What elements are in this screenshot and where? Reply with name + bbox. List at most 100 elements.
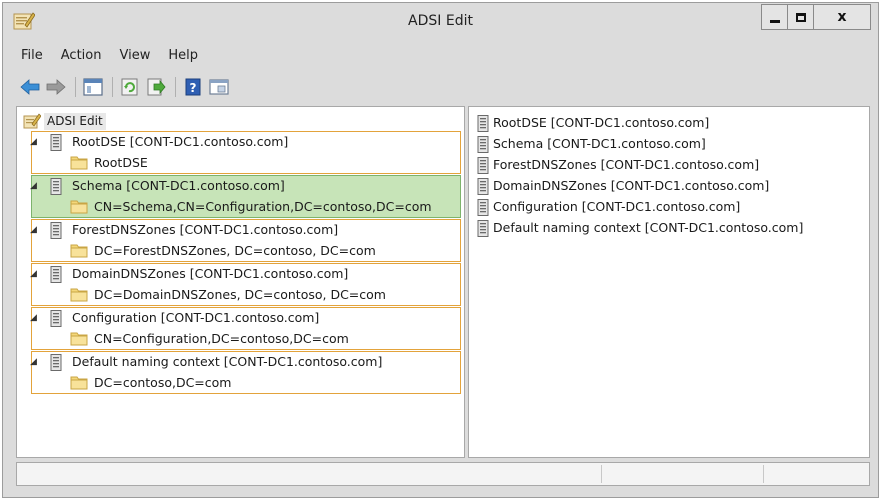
show-hide-tree-button[interactable] — [82, 76, 104, 98]
properties-button[interactable] — [208, 76, 230, 98]
adsi-edit-root-icon — [23, 113, 41, 129]
menu-view[interactable]: View — [119, 45, 150, 67]
list-item-label: ForestDNSZones [CONT-DC1.contoso.com] — [493, 157, 760, 172]
tree-node-configuration[interactable]: ◢ Configuration [CONT-DC1.contoso.com] C… — [30, 307, 461, 350]
forward-arrow-icon — [46, 79, 66, 95]
server-icon — [477, 157, 489, 174]
maximize-button[interactable] — [787, 4, 814, 30]
tree-node-forestdnszones[interactable]: ◢ ForestDNSZones [CONT-DC1.contoso.com] … — [30, 219, 461, 262]
refresh-button[interactable] — [119, 76, 141, 98]
minimize-icon — [769, 19, 780, 23]
maximize-icon — [795, 12, 806, 22]
tree-node-schema[interactable]: ◢ Schema [CONT-DC1.contoso.com] CN=Schem… — [30, 175, 461, 218]
list-item[interactable]: ForestDNSZones [CONT-DC1.contoso.com] — [477, 155, 857, 176]
window-title: ADSI Edit — [408, 13, 473, 29]
tree-child-label: DC=DomainDNSZones, DC=contoso, DC=com — [94, 287, 386, 302]
menu-file[interactable]: File — [21, 45, 43, 67]
server-icon — [477, 136, 489, 153]
toolbar: ? — [3, 73, 878, 101]
adsi-edit-window: ADSI Edit x File Action View Help ? ADSI… — [2, 2, 879, 498]
tree-child-label: CN=Configuration,DC=contoso,DC=com — [94, 331, 349, 346]
refresh-icon — [121, 78, 138, 96]
list-item[interactable]: DomainDNSZones [CONT-DC1.contoso.com] — [477, 176, 857, 197]
menu-bar: File Action View Help — [3, 45, 878, 67]
expand-triangle-icon[interactable]: ◢ — [30, 137, 37, 147]
tree-child-item[interactable]: DC=contoso,DC=com — [32, 372, 460, 393]
toolbar-separator — [175, 77, 176, 97]
tree-child-item[interactable]: CN=Schema,CN=Configuration,DC=contoso,DC… — [32, 196, 460, 217]
back-arrow-icon — [20, 79, 40, 95]
tree-node-label: Schema [CONT-DC1.contoso.com] — [72, 178, 285, 193]
tree-child-label: DC=ForestDNSZones, DC=contoso, DC=com — [94, 243, 376, 258]
tree-node-rootdse[interactable]: ◢ RootDSE [CONT-DC1.contoso.com] RootDSE — [30, 131, 461, 174]
folder-icon — [70, 200, 88, 214]
export-list-icon — [147, 78, 166, 96]
list-item-label: RootDSE [CONT-DC1.contoso.com] — [493, 115, 710, 130]
folder-icon — [70, 244, 88, 258]
folder-icon — [70, 332, 88, 346]
server-icon — [477, 178, 489, 195]
list-item[interactable]: Configuration [CONT-DC1.contoso.com] — [477, 197, 857, 218]
back-button[interactable] — [19, 76, 41, 98]
menu-help[interactable]: Help — [168, 45, 198, 67]
tree-child-label: RootDSE — [94, 155, 148, 170]
list-item-label: DomainDNSZones [CONT-DC1.contoso.com] — [493, 178, 770, 193]
list-item[interactable]: RootDSE [CONT-DC1.contoso.com] — [477, 113, 857, 134]
server-icon — [50, 266, 62, 283]
minimize-button[interactable] — [761, 4, 788, 30]
close-icon: x — [837, 9, 847, 25]
status-divider — [601, 465, 602, 483]
tree-child-item[interactable]: DC=DomainDNSZones, DC=contoso, DC=com — [32, 284, 460, 305]
tree-root-adsi-edit[interactable]: ADSI Edit — [23, 112, 106, 130]
tree-child-item[interactable]: CN=Configuration,DC=contoso,DC=com — [32, 328, 460, 349]
tree-node-label: Default naming context [CONT-DC1.contoso… — [72, 354, 383, 369]
server-icon — [477, 199, 489, 216]
status-bar — [16, 462, 870, 486]
svg-text:?: ? — [190, 81, 197, 95]
expand-triangle-icon[interactable]: ◢ — [30, 225, 37, 235]
tree-root-label: ADSI Edit — [44, 112, 106, 130]
close-button[interactable]: x — [813, 4, 871, 30]
details-list: RootDSE [CONT-DC1.contoso.com] Schema [C… — [477, 113, 857, 239]
tree-child-item[interactable]: DC=ForestDNSZones, DC=contoso, DC=com — [32, 240, 460, 261]
list-item-label: Schema [CONT-DC1.contoso.com] — [493, 136, 706, 151]
expand-triangle-icon[interactable]: ◢ — [30, 313, 37, 323]
menu-action[interactable]: Action — [61, 45, 102, 67]
expand-triangle-icon[interactable]: ◢ — [30, 269, 37, 279]
tree-child-item[interactable]: RootDSE — [32, 152, 460, 173]
tree-child-label: DC=contoso,DC=com — [94, 375, 232, 390]
expand-triangle-icon[interactable]: ◢ — [30, 357, 37, 367]
help-button[interactable]: ? — [182, 76, 204, 98]
title-bar[interactable]: ADSI Edit x — [3, 3, 878, 41]
export-list-button[interactable] — [145, 76, 167, 98]
details-pane[interactable]: RootDSE [CONT-DC1.contoso.com] Schema [C… — [468, 106, 870, 458]
status-divider — [763, 465, 764, 483]
tree-child-label: CN=Schema,CN=Configuration,DC=contoso,DC… — [94, 199, 432, 214]
list-item[interactable]: Default naming context [CONT-DC1.contoso… — [477, 218, 857, 239]
server-icon — [477, 115, 489, 132]
show-hide-tree-icon — [83, 78, 103, 96]
server-icon — [50, 222, 62, 239]
folder-icon — [70, 376, 88, 390]
list-item-label: Default naming context [CONT-DC1.contoso… — [493, 220, 804, 235]
server-icon — [477, 220, 489, 237]
forward-button[interactable] — [45, 76, 67, 98]
list-item-label: Configuration [CONT-DC1.contoso.com] — [493, 199, 741, 214]
server-icon — [50, 354, 62, 371]
tree-node-label: DomainDNSZones [CONT-DC1.contoso.com] — [72, 266, 349, 281]
console-tree-pane[interactable]: ADSI Edit ◢ RootDSE [CONT-DC1.contoso.co… — [16, 106, 465, 458]
tree-node-domaindnszones[interactable]: ◢ DomainDNSZones [CONT-DC1.contoso.com] … — [30, 263, 461, 306]
server-icon — [50, 310, 62, 327]
list-item[interactable]: Schema [CONT-DC1.contoso.com] — [477, 134, 857, 155]
server-icon — [50, 178, 62, 195]
expand-triangle-icon[interactable]: ◢ — [30, 181, 37, 191]
tree-node-label: Configuration [CONT-DC1.contoso.com] — [72, 310, 320, 325]
tree-node-label: ForestDNSZones [CONT-DC1.contoso.com] — [72, 222, 339, 237]
help-icon: ? — [185, 78, 201, 96]
folder-icon — [70, 288, 88, 302]
properties-icon — [209, 79, 229, 95]
tree-node-label: RootDSE [CONT-DC1.contoso.com] — [72, 134, 289, 149]
server-icon — [50, 134, 62, 151]
toolbar-separator — [75, 77, 76, 97]
tree-node-default-naming-context[interactable]: ◢ Default naming context [CONT-DC1.conto… — [30, 351, 461, 394]
